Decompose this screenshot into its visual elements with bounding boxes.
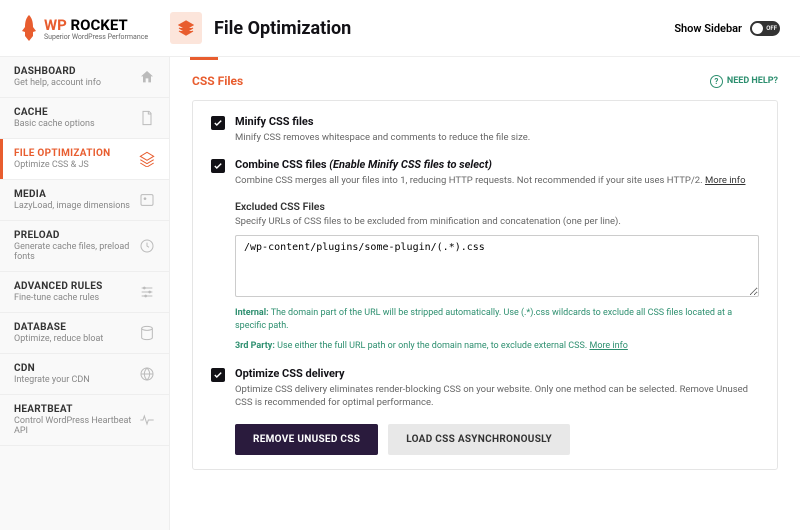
minify-css-label: Minify CSS files <box>235 115 759 128</box>
heartbeat-icon <box>139 412 155 428</box>
css-panel: Minify CSS files Minify CSS removes whit… <box>192 100 778 470</box>
combine-css-label: Combine CSS files (Enable Minify CSS fil… <box>235 158 759 171</box>
hint-3rd-party: 3rd Party: Use either the full URL path … <box>235 340 759 354</box>
logo: WP ROCKET Superior WordPress Performance <box>20 15 170 41</box>
page-title: File Optimization <box>214 18 674 39</box>
hint-more-info-link[interactable]: More info <box>589 341 627 351</box>
show-sidebar-toggle[interactable]: Show Sidebar OFF <box>674 21 780 36</box>
sidebar-item-cdn[interactable]: CDNIntegrate your CDN <box>0 354 169 395</box>
remove-unused-css-button[interactable]: REMOVE UNUSED CSS <box>235 424 378 455</box>
combine-css-checkbox[interactable] <box>211 159 225 173</box>
help-icon: ? <box>710 75 723 88</box>
clock-icon <box>139 238 155 254</box>
database-icon <box>139 325 155 341</box>
file-icon <box>139 110 155 126</box>
need-help-link[interactable]: ? NEED HELP? <box>710 75 778 88</box>
sidebar-item-heartbeat[interactable]: HEARTBEATControl WordPress Heartbeat API <box>0 395 169 446</box>
load-css-async-button[interactable]: LOAD CSS ASYNCHRONOUSLY <box>388 424 570 455</box>
globe-icon <box>139 366 155 382</box>
combine-more-info-link[interactable]: More info <box>705 175 746 186</box>
page-icon <box>170 12 202 44</box>
sidebar-item-preload[interactable]: PRELOADGenerate cache files, preload fon… <box>0 221 169 272</box>
main-content: CSS Files ? NEED HELP? Minify CSS files … <box>170 57 800 530</box>
excluded-css-label: Excluded CSS Files <box>235 200 759 213</box>
sidebar-item-dashboard[interactable]: DASHBOARDGet help, account info <box>0 57 169 98</box>
optimize-css-label: Optimize CSS delivery <box>235 367 759 380</box>
hint-internal: Internal: The domain part of the URL wil… <box>235 307 759 334</box>
sidebar-item-database[interactable]: DATABASEOptimize, reduce bloat <box>0 313 169 354</box>
minify-css-desc: Minify CSS removes whitespace and commen… <box>235 131 759 144</box>
image-icon <box>139 192 155 208</box>
sliders-icon <box>139 284 155 300</box>
sidebar-item-file-optimization[interactable]: FILE OPTIMIZATIONOptimize CSS & JS <box>0 139 169 180</box>
section-title: CSS Files <box>192 74 243 88</box>
optimize-css-desc: Optimize CSS delivery eliminates render-… <box>235 383 759 410</box>
layers-icon <box>178 20 194 36</box>
combine-css-desc: Combine CSS merges all your files into 1… <box>235 174 759 187</box>
sidebar-item-cache[interactable]: CACHEBasic cache options <box>0 98 169 139</box>
minify-css-checkbox[interactable] <box>211 116 225 130</box>
rocket-icon <box>20 15 38 41</box>
home-icon <box>139 69 155 85</box>
sidebar-item-media[interactable]: MEDIALazyLoad, image dimensions <box>0 180 169 221</box>
sidebar: DASHBOARDGet help, account info CACHEBas… <box>0 57 170 530</box>
excluded-css-textarea[interactable] <box>235 235 759 297</box>
optimize-css-checkbox[interactable] <box>211 368 225 382</box>
layers-icon <box>139 151 155 167</box>
sidebar-item-advanced-rules[interactable]: ADVANCED RULESFine-tune cache rules <box>0 272 169 313</box>
excluded-css-desc: Specify URLs of CSS files to be excluded… <box>235 216 759 227</box>
app-header: WP ROCKET Superior WordPress Performance… <box>0 0 800 57</box>
